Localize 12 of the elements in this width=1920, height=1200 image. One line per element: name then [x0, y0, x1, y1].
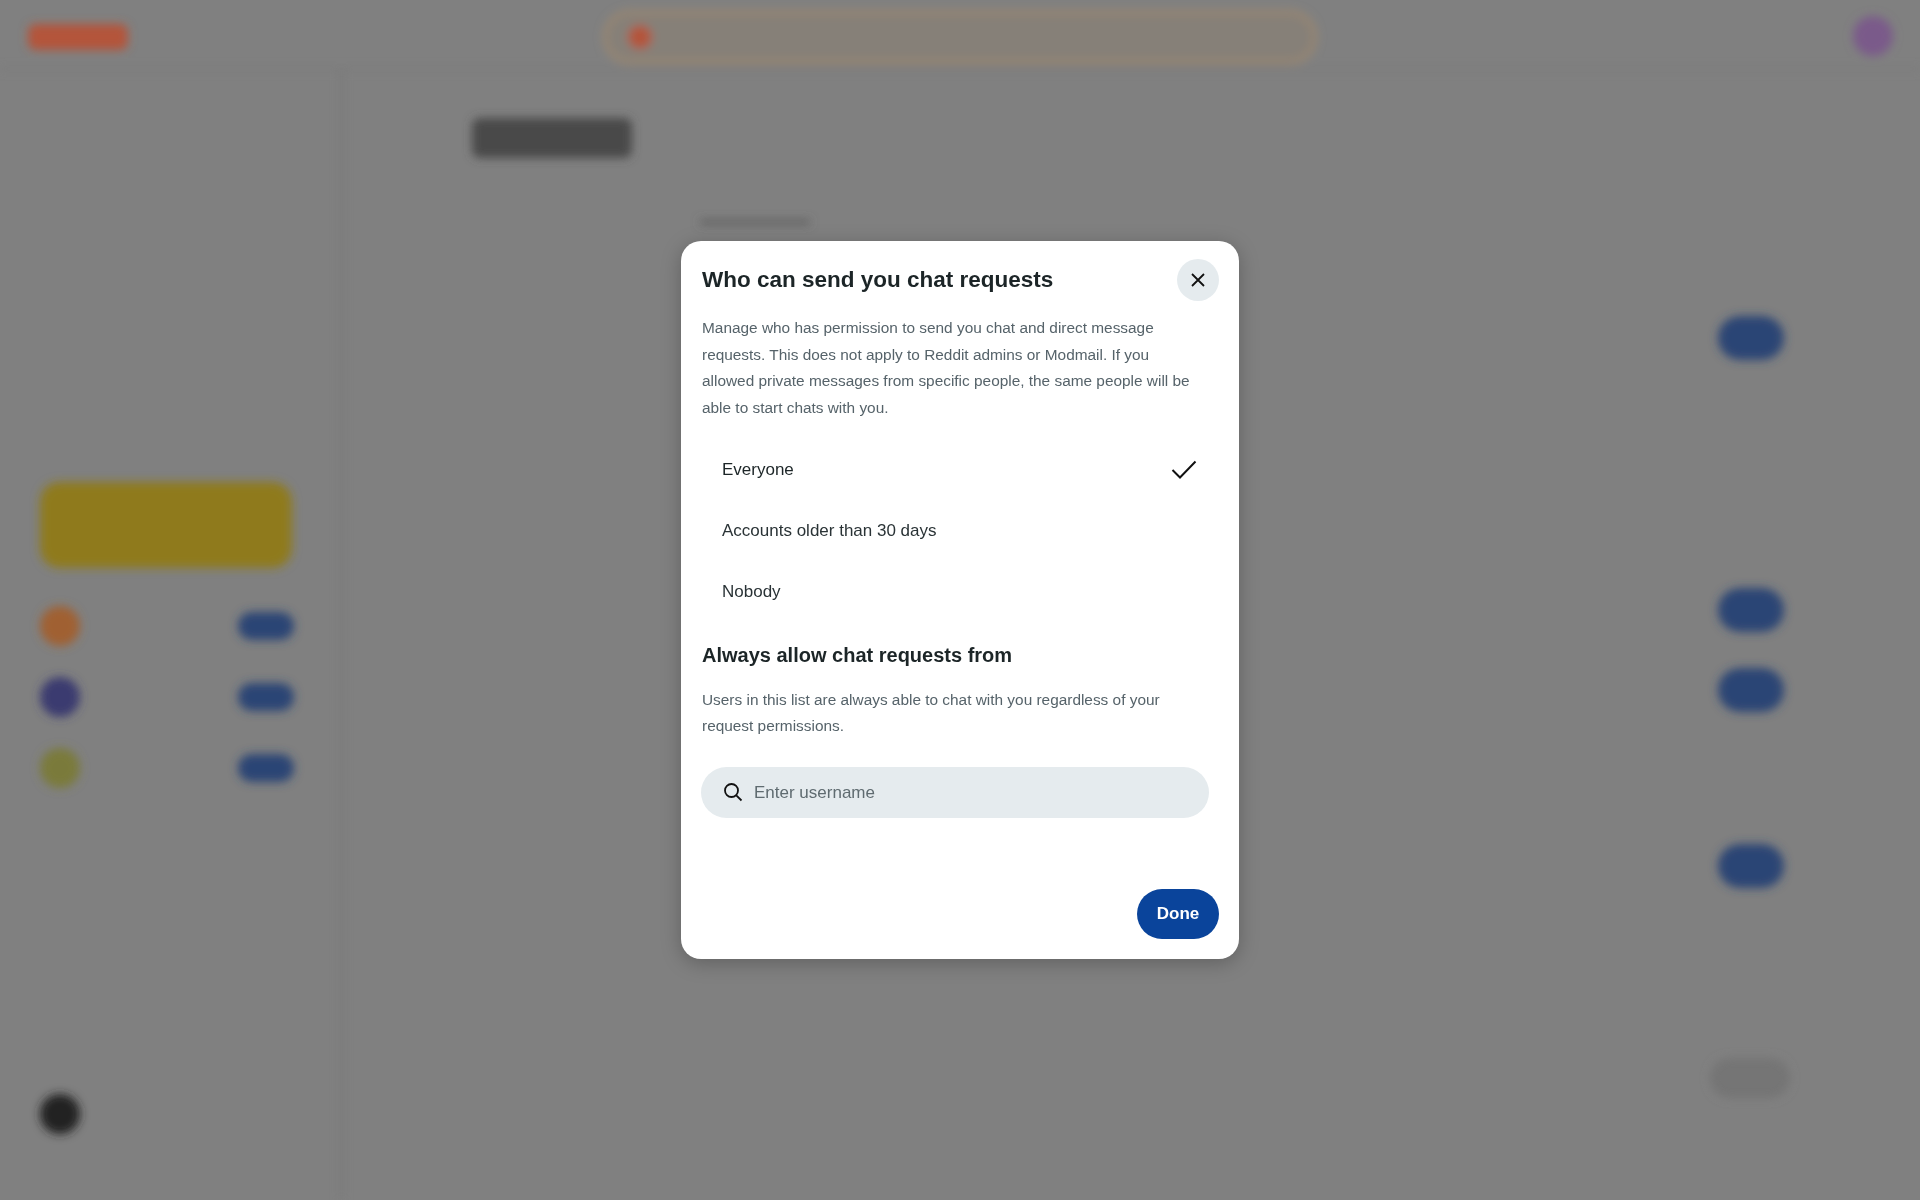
dialog-title: Who can send you chat requests — [702, 267, 1054, 293]
close-icon — [1190, 272, 1206, 288]
close-button[interactable] — [1177, 259, 1219, 301]
option-item[interactable]: Nobody — [701, 561, 1219, 622]
done-button[interactable]: Done — [1137, 889, 1219, 939]
checkmark-icon — [1171, 459, 1197, 480]
username-search-field[interactable]: Enter username — [701, 767, 1209, 818]
section-heading: Always allow chat requests from — [702, 644, 1014, 667]
option-item[interactable]: Accounts older than 30 days — [701, 500, 1219, 561]
dialog-description: Manage who has permission to send you chat and direct message requests. This does not apply to Reddit admins or Modmail. If you allowed private messages from specific people, the same people will be able to start chats with you. — [702, 318, 1191, 418]
search-icon — [723, 782, 743, 802]
section-description: Users in this list are always able to chat with you regardless of your request permissions. — [702, 690, 1161, 736]
